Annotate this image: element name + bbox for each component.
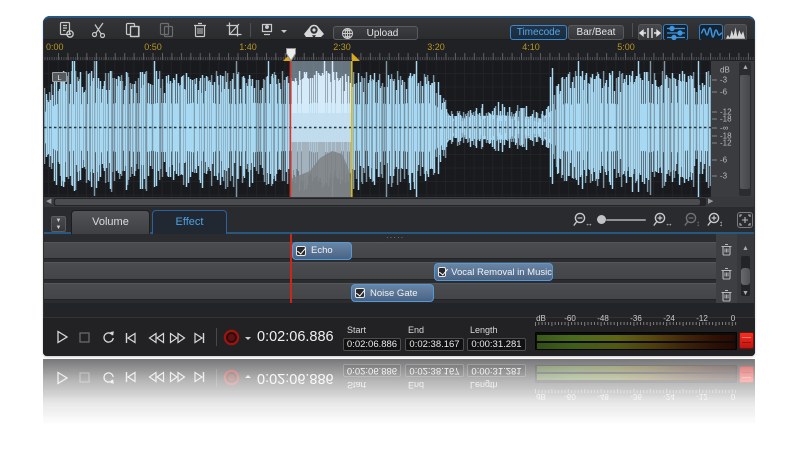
svg-text:↔: ↔ [585,219,592,228]
svg-text:↕: ↕ [696,219,700,228]
svg-text:↔: ↔ [665,219,672,228]
svg-text:↕: ↕ [719,219,723,228]
